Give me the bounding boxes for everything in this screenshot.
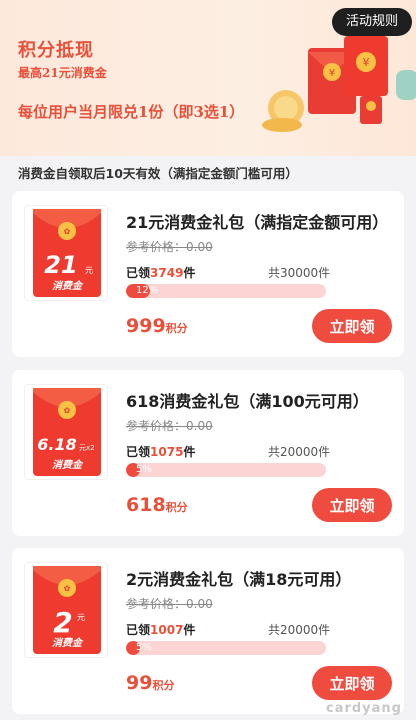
banner-title: 积分抵现 [18,40,94,61]
thumb-amount: 2 [53,606,72,639]
gift-title: 21元消费金礼包（满指定金额可用） [126,213,389,232]
progress-text: 12% [136,285,159,296]
total-count: 共20000件 [268,445,331,459]
claim-button[interactable]: 立即领 [312,488,392,522]
watermark: cardyang [325,701,402,716]
claim-button[interactable]: 立即领 [312,309,392,343]
progress-bar: 5% [126,463,326,477]
progress-bar: 12% [126,284,326,298]
red-envelope-illustration: ¥ ¥ [262,36,416,132]
svg-text:¥: ¥ [329,68,335,79]
claimed-count: 已领3749件 [126,266,196,280]
banner-subtitle: 最高21元消费金 [18,66,107,80]
claimed-count: 已领1075件 [126,445,196,459]
progress-text: 5% [136,464,152,475]
banner-limit-text: 每位用户当月限兑1份（即3选1） [18,103,245,121]
gift-thumbnail: ✿ 21 元 消费金 [24,205,108,301]
reference-price: 参考价格：0.00 [126,240,213,254]
promo-banner: 积分抵现 最高21元消费金 每位用户当月限兑1份（即3选1） 活动规则 ¥ ¥ [0,0,416,156]
gift-title: 2元消费金礼包（满18元可用） [126,570,352,589]
svg-text:✿: ✿ [64,406,71,415]
points-price: 99积分 [126,672,175,694]
gift-thumbnail: ✿ 6.18 元x2 消费金 [24,384,108,480]
reference-price: 参考价格：0.00 [126,419,213,433]
points-price: 618积分 [126,494,188,516]
reference-price: 参考价格：0.00 [126,597,213,611]
total-count: 共30000件 [268,266,331,280]
gift-card: ✿ 2 元 消费金 2元消费金礼包（满18元可用） 参考价格：0.00 已领10… [12,548,404,714]
thumb-unit: 元 [77,613,85,622]
gift-thumbnail: ✿ 2 元 消费金 [24,562,108,658]
progress-text: 5% [136,642,152,653]
svg-text:¥: ¥ [363,56,370,69]
thumb-amount: 6.18 [37,435,76,454]
thumb-unit: 元x2 [79,444,95,452]
thumb-unit: 元 [85,266,93,275]
thumb-amount: 21 [44,251,77,279]
progress-bar: 5% [126,641,326,655]
gift-title: 618消费金礼包（满100元可用） [126,392,369,411]
thumb-label: 消费金 [52,459,84,471]
validity-notice: 消费金自领取后10天有效（满指定金额门槛可用） [18,166,298,181]
gift-card: ✿ 21 元 消费金 21元消费金礼包（满指定金额可用） 参考价格：0.00 已… [12,191,404,357]
gift-card: ✿ 6.18 元x2 消费金 618消费金礼包（满100元可用） 参考价格：0.… [12,370,404,536]
thumb-label: 消费金 [52,637,84,649]
svg-text:✿: ✿ [64,584,71,593]
claimed-count: 已领1007件 [126,623,196,637]
total-count: 共20000件 [268,623,331,637]
points-price: 999积分 [126,315,188,337]
svg-text:✿: ✿ [64,227,71,236]
thumb-label: 消费金 [52,280,84,292]
claim-button[interactable]: 立即领 [312,666,392,700]
